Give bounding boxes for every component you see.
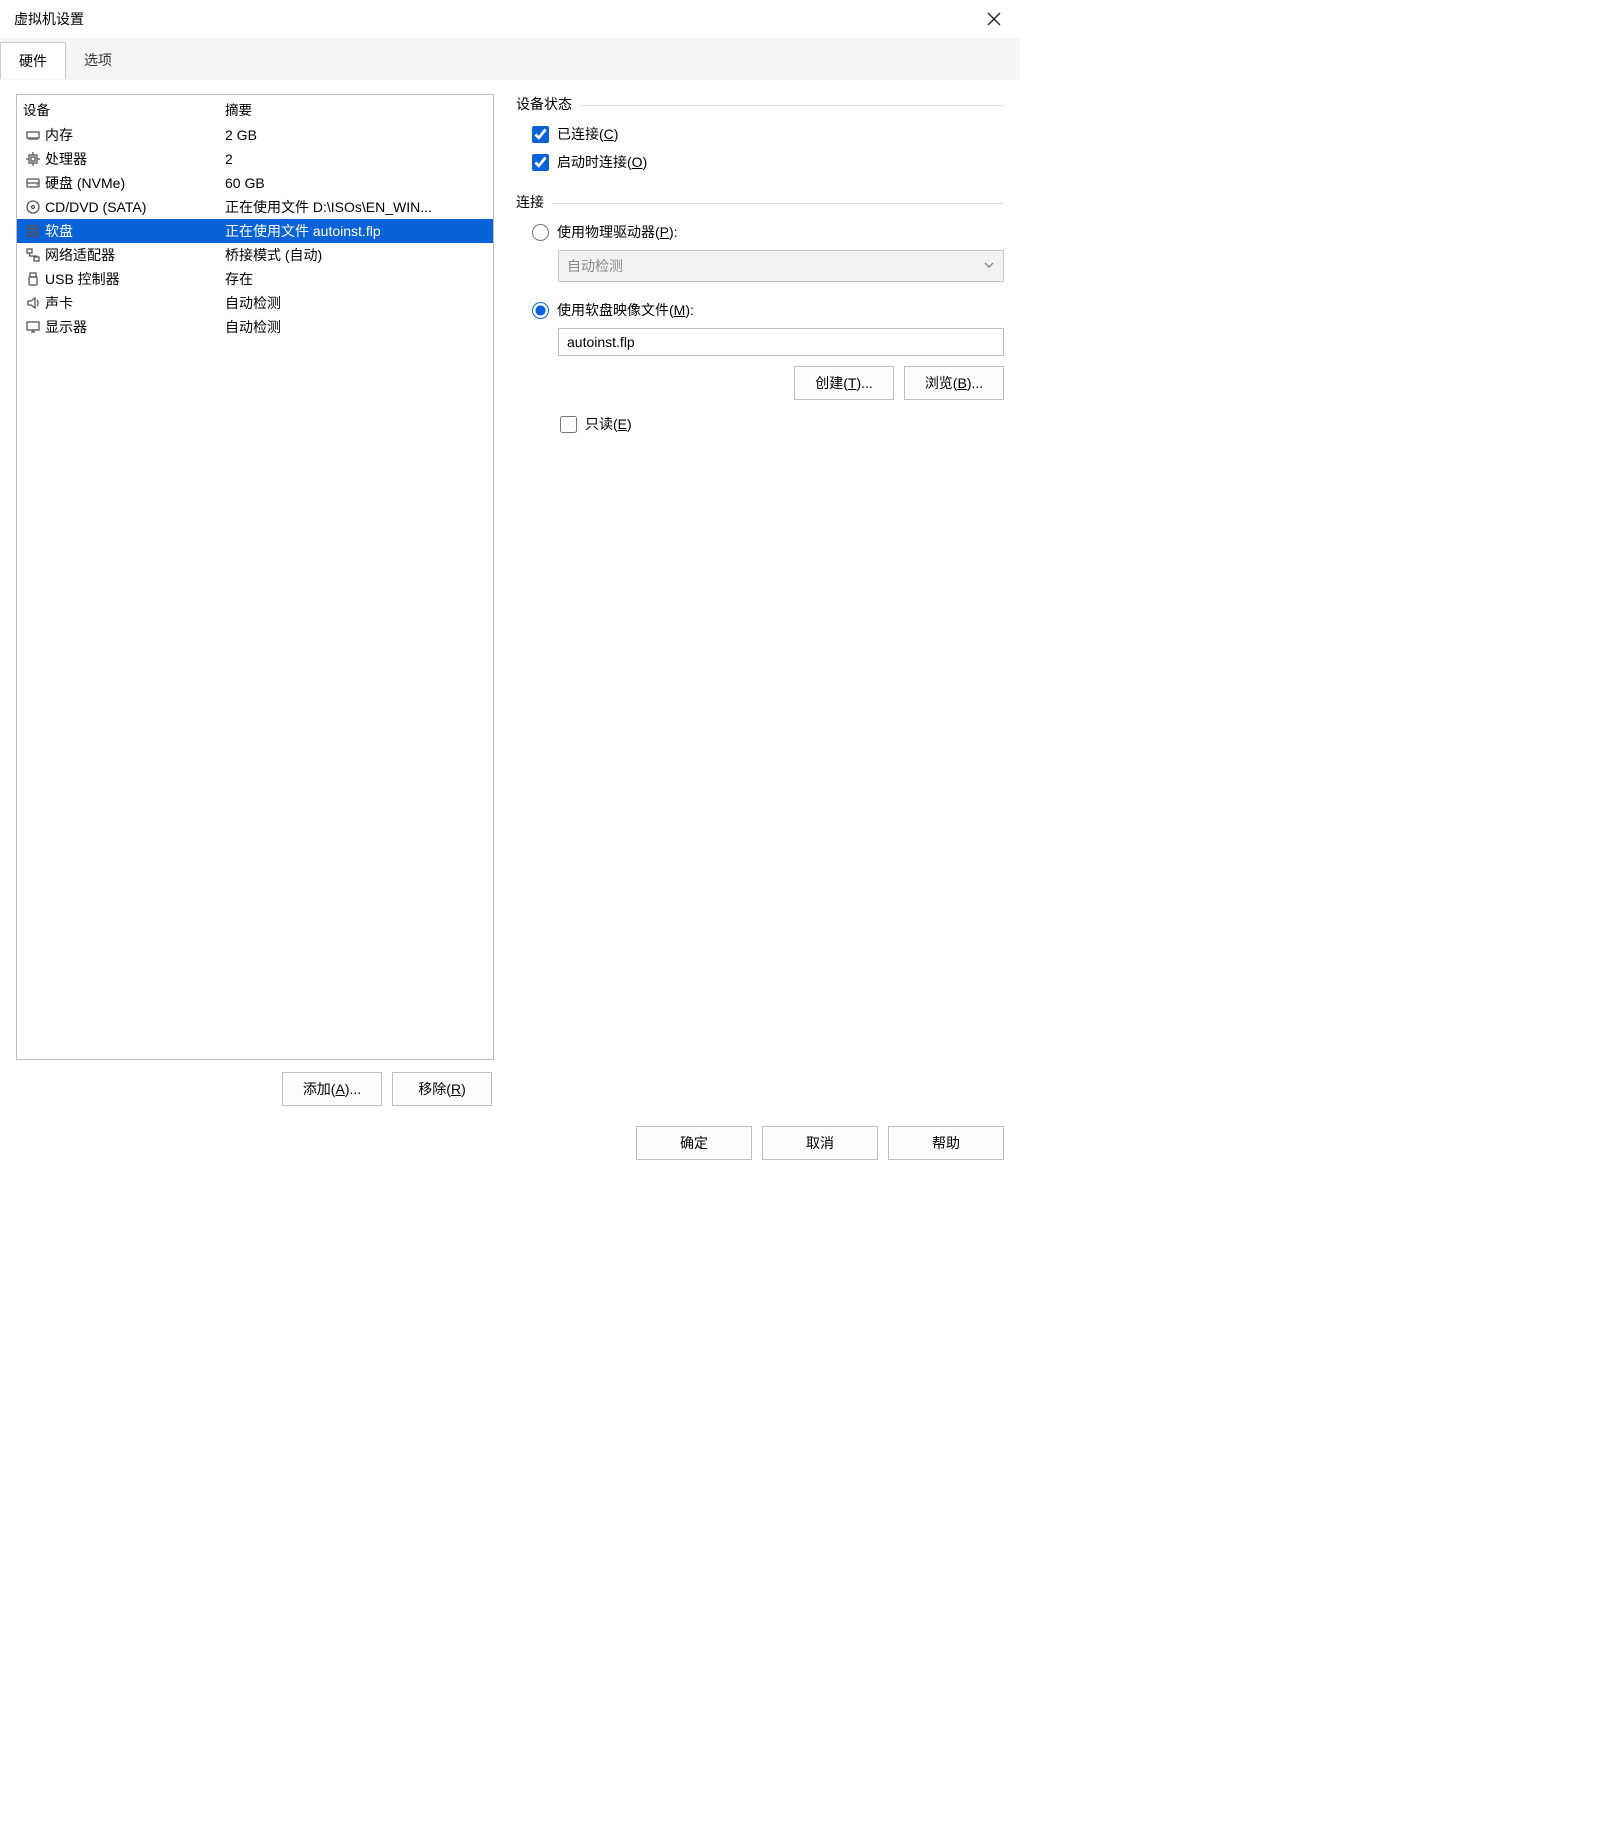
hardware-list-header: 设备 摘要 bbox=[17, 95, 493, 123]
hardware-summary: 自动检测 bbox=[225, 317, 487, 337]
tab-options[interactable]: 选项 bbox=[66, 42, 130, 79]
hardware-row[interactable]: 软盘正在使用文件 autoinst.flp bbox=[17, 219, 493, 243]
close-button[interactable] bbox=[980, 5, 1008, 33]
disk-icon bbox=[23, 175, 43, 191]
hardware-summary: 存在 bbox=[225, 269, 487, 289]
memory-icon bbox=[23, 127, 43, 143]
hardware-row[interactable]: 显示器自动检测 bbox=[17, 315, 493, 339]
hardware-row[interactable]: 内存2 GB bbox=[17, 123, 493, 147]
hardware-name: 硬盘 (NVMe) bbox=[45, 173, 225, 193]
browse-image-button[interactable]: 浏览(B)... bbox=[904, 366, 1004, 400]
titlebar: 虚拟机设置 bbox=[0, 0, 1020, 38]
device-status-title: 设备状态 bbox=[516, 94, 572, 114]
connected-checkbox[interactable] bbox=[532, 126, 549, 143]
hardware-name: 显示器 bbox=[45, 317, 225, 337]
hardware-row[interactable]: 网络适配器桥接模式 (自动) bbox=[17, 243, 493, 267]
help-button[interactable]: 帮助 bbox=[888, 1126, 1004, 1160]
tab-hardware[interactable]: 硬件 bbox=[0, 42, 66, 79]
physical-drive-select[interactable]: 自动检测 bbox=[558, 250, 1004, 282]
hardware-summary: 正在使用文件 D:\ISOs\EN_WIN... bbox=[225, 197, 487, 217]
hardware-row[interactable]: CD/DVD (SATA)正在使用文件 D:\ISOs\EN_WIN... bbox=[17, 195, 493, 219]
hardware-summary: 2 bbox=[225, 151, 487, 167]
hardware-list[interactable]: 设备 摘要 内存2 GB处理器2硬盘 (NVMe)60 GBCD/DVD (SA… bbox=[16, 94, 494, 1060]
image-path-input[interactable] bbox=[558, 328, 1004, 356]
chevron-down-icon bbox=[983, 258, 995, 274]
dialog-footer: 确定 取消 帮助 bbox=[0, 1116, 1020, 1174]
readonly-label[interactable]: 只读(E) bbox=[585, 414, 632, 434]
create-image-button[interactable]: 创建(T)... bbox=[794, 366, 894, 400]
connection-title: 连接 bbox=[516, 192, 544, 212]
remove-hardware-button[interactable]: 移除(R) bbox=[392, 1072, 492, 1106]
use-image-label[interactable]: 使用软盘映像文件(M): bbox=[557, 300, 694, 320]
cancel-button[interactable]: 取消 bbox=[762, 1126, 878, 1160]
window-title: 虚拟机设置 bbox=[14, 9, 84, 29]
hardware-row[interactable]: 处理器2 bbox=[17, 147, 493, 171]
column-summary: 摘要 bbox=[225, 99, 487, 119]
hardware-name: 软盘 bbox=[45, 221, 225, 241]
tabs: 硬件 选项 bbox=[0, 38, 1020, 80]
hardware-summary: 2 GB bbox=[225, 127, 487, 143]
hardware-summary: 正在使用文件 autoinst.flp bbox=[225, 221, 487, 241]
readonly-checkbox[interactable] bbox=[560, 416, 577, 433]
hardware-name: USB 控制器 bbox=[45, 269, 225, 289]
close-icon bbox=[987, 12, 1001, 26]
hardware-name: 声卡 bbox=[45, 293, 225, 313]
connect-on-power-checkbox[interactable] bbox=[532, 154, 549, 171]
connection-group: 连接 使用物理驱动器(P): 自动检测 bbox=[514, 192, 1004, 438]
connect-on-power-label[interactable]: 启动时连接(O) bbox=[557, 152, 647, 172]
display-icon bbox=[23, 319, 43, 335]
hardware-summary: 自动检测 bbox=[225, 293, 487, 313]
use-physical-label[interactable]: 使用物理驱动器(P): bbox=[557, 222, 678, 242]
physical-drive-value: 自动检测 bbox=[567, 256, 623, 276]
usb-icon bbox=[23, 271, 43, 287]
device-status-group: 设备状态 已连接(C) 启动时连接(O) bbox=[514, 94, 1004, 176]
connected-label[interactable]: 已连接(C) bbox=[557, 124, 618, 144]
sound-icon bbox=[23, 295, 43, 311]
hardware-name: CD/DVD (SATA) bbox=[45, 199, 225, 215]
hardware-row[interactable]: USB 控制器存在 bbox=[17, 267, 493, 291]
hardware-name: 处理器 bbox=[45, 149, 225, 169]
hardware-summary: 桥接模式 (自动) bbox=[225, 245, 487, 265]
floppy-icon bbox=[23, 223, 43, 239]
use-physical-radio[interactable] bbox=[532, 224, 549, 241]
hardware-row[interactable]: 声卡自动检测 bbox=[17, 291, 493, 315]
hardware-summary: 60 GB bbox=[225, 175, 487, 191]
add-hardware-button[interactable]: 添加(A)... bbox=[282, 1072, 382, 1106]
cd-icon bbox=[23, 199, 43, 215]
hardware-name: 内存 bbox=[45, 125, 225, 145]
ok-button[interactable]: 确定 bbox=[636, 1126, 752, 1160]
column-device: 设备 bbox=[23, 99, 225, 119]
cpu-icon bbox=[23, 151, 43, 167]
network-icon bbox=[23, 247, 43, 263]
hardware-name: 网络适配器 bbox=[45, 245, 225, 265]
use-image-radio[interactable] bbox=[532, 302, 549, 319]
hardware-row[interactable]: 硬盘 (NVMe)60 GB bbox=[17, 171, 493, 195]
